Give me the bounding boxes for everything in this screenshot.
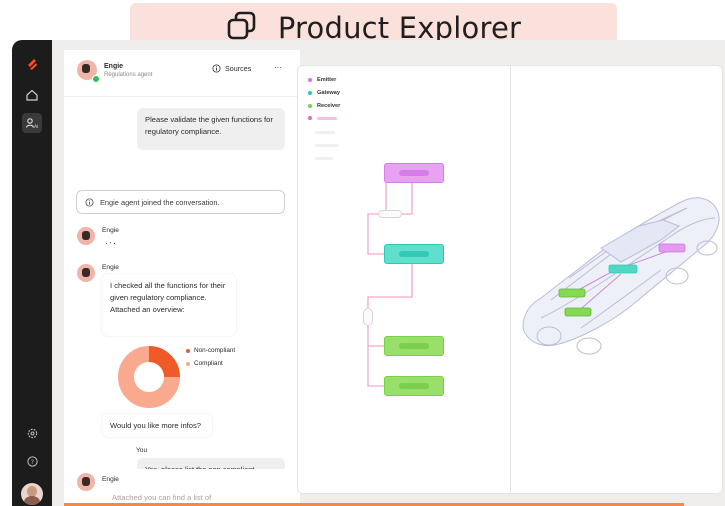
user-label: You <box>136 447 148 454</box>
diagram-canvas: Emitter Gateway Receiver <box>297 65 723 494</box>
gateway-node[interactable] <box>384 244 444 264</box>
chat-last-message: Engie Attached you can find a list of <box>64 469 300 505</box>
vehicle-receiver-1 <box>558 288 586 298</box>
legend-compliant: Compliant <box>186 359 223 368</box>
chat-header: Engie Regulations agent Sources ··· <box>64 50 300 97</box>
agent-role: Regulations agent <box>104 72 153 78</box>
vehicle-receiver-2 <box>564 307 592 317</box>
reply-sender: Engie <box>102 264 119 271</box>
vehicle-emitter <box>658 243 686 253</box>
agent-ai-icon[interactable]: AI <box>22 113 42 133</box>
junction-node[interactable] <box>363 308 373 326</box>
last-message-partial: Attached you can find a list of <box>112 493 212 502</box>
node-label-placeholder <box>399 251 429 257</box>
brand-logo-icon[interactable] <box>22 54 42 74</box>
agent-avatar <box>77 264 95 282</box>
legend-label: Non-compliant <box>194 347 236 354</box>
info-icon <box>212 64 221 73</box>
home-icon[interactable] <box>22 85 42 105</box>
left-rail: AI ? <box>12 40 52 506</box>
user-message-1: Please validate the given functions for … <box>137 108 285 150</box>
agent-avatar <box>77 473 95 491</box>
connector-node[interactable] <box>378 210 402 218</box>
signal-flow-connectors <box>367 173 413 387</box>
legend-non-compliant: Non-compliant <box>186 346 235 355</box>
node-label-placeholder <box>399 383 429 389</box>
help-icon[interactable]: ? <box>22 451 42 471</box>
online-status-dot <box>92 75 100 83</box>
system-message: Engie agent joined the conversation. <box>76 190 285 214</box>
node-label-placeholder <box>399 343 429 349</box>
legend-label: Compliant <box>194 360 223 367</box>
receiver-node-1[interactable] <box>384 336 444 356</box>
vehicle-gateway <box>608 264 638 274</box>
settings-icon[interactable] <box>22 423 42 443</box>
user-avatar[interactable] <box>21 483 43 505</box>
sources-button[interactable]: Sources <box>212 64 251 73</box>
receiver-node-2[interactable] <box>384 376 444 396</box>
node-label-placeholder <box>399 170 429 176</box>
agent-avatar <box>77 227 95 245</box>
legend-dot <box>186 361 190 366</box>
sources-label: Sources <box>225 64 252 73</box>
system-message-text: Engie agent joined the conversation. <box>100 197 220 207</box>
svg-text:AI: AI <box>34 124 38 130</box>
chat-panel: Engie Regulations agent Sources ··· Plea… <box>64 50 300 506</box>
more-options-button[interactable]: ··· <box>274 63 282 72</box>
compliance-donut-card: Non-compliant Compliant <box>102 340 250 412</box>
agent-reply: I checked all the functions for their gi… <box>102 274 236 336</box>
followup-question: Would you like more infos? <box>102 414 212 437</box>
last-sender: Engie <box>102 476 119 483</box>
typing-indicator: ·‧· <box>105 238 117 248</box>
typing-sender: Engie <box>102 227 119 234</box>
svg-text:?: ? <box>30 457 33 465</box>
agent-name: Engie <box>104 63 124 70</box>
info-icon <box>85 197 94 207</box>
compliance-donut-chart <box>118 346 180 408</box>
vehicle-3d-model[interactable] <box>511 178 723 378</box>
emitter-node[interactable] <box>384 163 444 183</box>
legend-dot <box>186 348 190 353</box>
